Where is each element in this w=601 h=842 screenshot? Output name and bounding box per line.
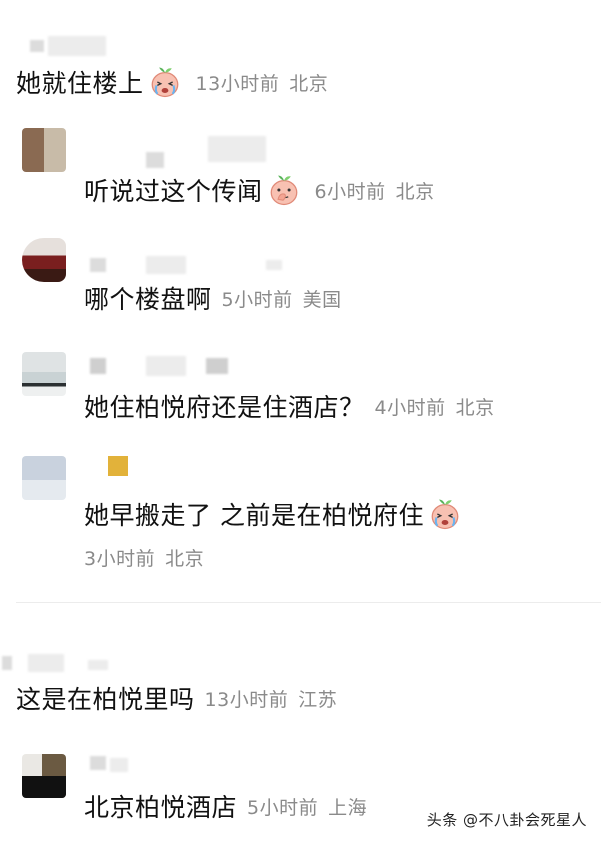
comment-location: 美国 — [302, 288, 342, 311]
username-blur — [206, 358, 228, 374]
username-blur — [108, 456, 128, 476]
username-blur — [146, 152, 164, 168]
comment-location: 北京 — [165, 547, 205, 570]
comment-text: 听说过这个传闻 — [84, 177, 263, 206]
comment-text: 这是在柏悦里吗 — [16, 685, 195, 714]
comment-1[interactable]: 她就住楼上 13小时前 北京 — [16, 64, 328, 100]
comment-time: 13小时前 — [204, 688, 289, 711]
comment-text: 她住柏悦府还是住酒店？ — [84, 393, 365, 422]
comment-time: 6小时前 — [314, 180, 386, 203]
comment-location: 北京 — [395, 180, 435, 203]
username-blur — [30, 40, 44, 52]
reply-5[interactable]: 北京柏悦酒店 5小时前 上海 — [84, 788, 367, 824]
reply-2[interactable]: 哪个楼盘啊 5小时前 美国 — [84, 280, 342, 316]
avatar[interactable] — [22, 456, 66, 500]
comment-text: 她就住楼上 — [16, 69, 144, 98]
comment-location: 北京 — [455, 396, 495, 419]
username-blur — [48, 36, 106, 56]
username-blur — [146, 256, 186, 274]
comment-time: 3小时前 — [84, 547, 156, 570]
username-blur — [88, 660, 108, 670]
crying-face-icon — [428, 497, 462, 531]
comment-location: 江苏 — [298, 688, 338, 711]
comment-location: 上海 — [328, 796, 368, 819]
watermark: 头条 @不八卦会死星人 — [426, 811, 587, 829]
reply-1[interactable]: 听说过这个传闻 6小时前 北京 — [84, 172, 435, 208]
avatar[interactable] — [22, 352, 66, 396]
comment-time: 5小时前 — [247, 796, 319, 819]
crying-face-icon — [148, 65, 182, 99]
thinking-face-icon — [267, 173, 301, 207]
comment-time: 13小时前 — [195, 72, 280, 95]
username-blur — [266, 260, 282, 270]
username-blur — [90, 358, 106, 374]
avatar[interactable] — [22, 128, 66, 172]
reply-4[interactable]: 她早搬走了 之前是在柏悦府住 — [84, 496, 466, 532]
username-blur — [146, 356, 186, 376]
section-divider — [16, 602, 601, 603]
reply-3[interactable]: 她住柏悦府还是住酒店？ 4小时前 北京 — [84, 388, 495, 424]
comment-text: 北京柏悦酒店 — [84, 793, 238, 822]
username-blur — [2, 656, 12, 670]
reply-4-meta: 3小时前 北京 — [84, 542, 204, 572]
username-blur — [28, 654, 64, 672]
username-blur — [208, 136, 266, 162]
comment-location: 北京 — [289, 72, 329, 95]
comment-text: 她早搬走了 之前是在柏悦府住 — [84, 501, 424, 530]
comment-2[interactable]: 这是在柏悦里吗 13小时前 江苏 — [16, 680, 337, 716]
username-blur — [110, 758, 128, 772]
comment-time: 4小时前 — [374, 396, 446, 419]
username-blur — [90, 258, 106, 272]
comment-time: 5小时前 — [221, 288, 293, 311]
avatar[interactable] — [22, 238, 66, 282]
username-blur — [90, 756, 106, 770]
comment-text: 哪个楼盘啊 — [84, 285, 212, 314]
avatar-shade — [22, 776, 66, 798]
